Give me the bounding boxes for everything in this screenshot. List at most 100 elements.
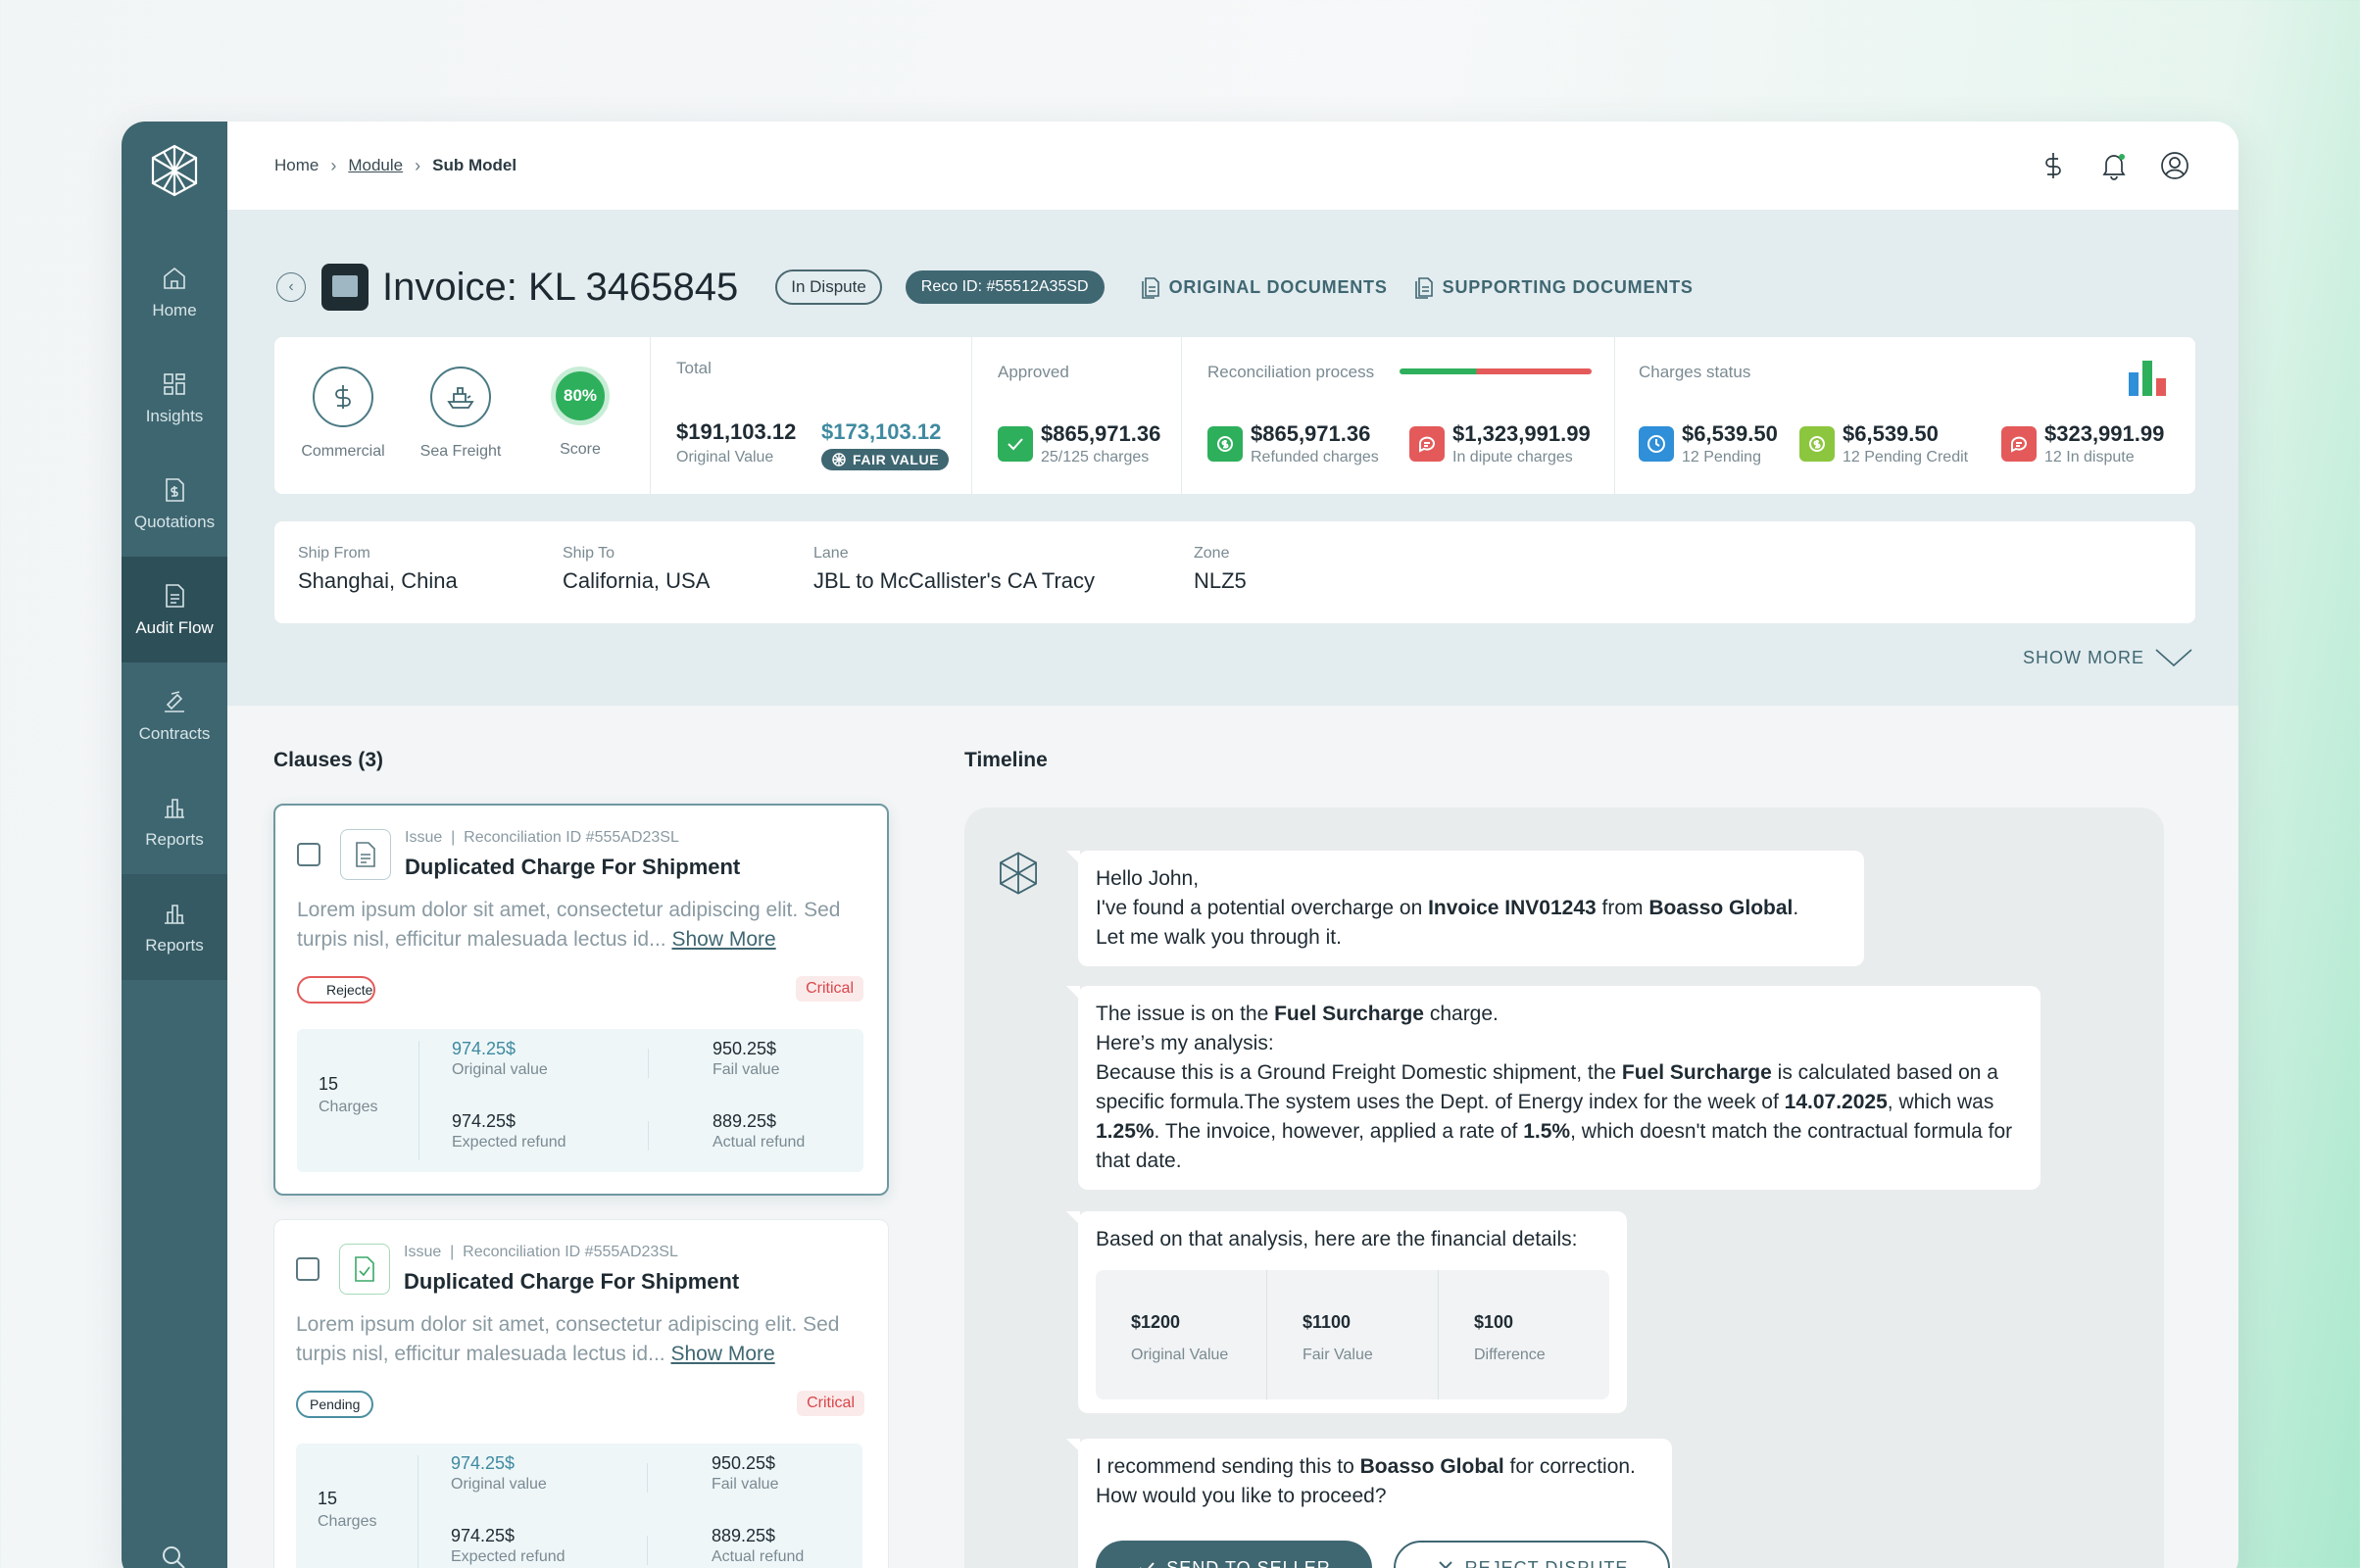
- approved-item: $865,971.36 25/125 charges: [998, 421, 1160, 466]
- original-documents-link[interactable]: ORIGINAL DOCUMENTS: [1140, 275, 1388, 299]
- financial-label: Fair Value: [1303, 1347, 1373, 1363]
- rate-highlight: 1.5%: [1523, 1120, 1571, 1143]
- send-to-seller-button[interactable]: SEND TO SELLER: [1096, 1541, 1372, 1568]
- ship-to: Ship To California, USA: [563, 545, 710, 594]
- nav-reports-2[interactable]: Reports: [122, 874, 227, 980]
- pending-credit-item: $6,539.50 12 Pending Credit: [1799, 421, 1968, 466]
- expected-refund-label: Expected refund: [451, 1548, 565, 1565]
- bell-icon[interactable]: [2097, 149, 2131, 182]
- score-badge: 80%: [551, 367, 610, 425]
- clause-checkbox[interactable]: [297, 843, 320, 866]
- nav-contracts-label: Contracts: [138, 724, 211, 743]
- nav-home[interactable]: Home: [122, 239, 227, 345]
- documents-icon: [1141, 277, 1159, 299]
- category-section: Commercial Sea Freight 80% Score: [274, 337, 651, 494]
- expected-refund-amount: 974.25$: [452, 1111, 516, 1131]
- actual-refund-label: Actual refund: [713, 1134, 806, 1151]
- clause-checkbox[interactable]: [296, 1257, 320, 1281]
- approved-sub: 25/125 charges: [1041, 449, 1150, 466]
- pending-credit-value: $6,539.50: [1843, 421, 1939, 446]
- divider: [648, 1049, 649, 1078]
- back-button[interactable]: ‹: [276, 272, 306, 302]
- grid-icon: [164, 373, 185, 395]
- message-text: The issue is on the: [1096, 1003, 1275, 1025]
- charges-count: 15 Charges: [319, 1074, 377, 1116]
- commercial-category: Commercial: [294, 367, 392, 461]
- pending-credit-sub: 12 Pending Credit: [1843, 449, 1969, 466]
- charges-count-label: Charges: [318, 1513, 377, 1530]
- documents-icon: [1414, 277, 1433, 299]
- top-bar: Home › Module › Sub Model: [227, 122, 2238, 210]
- dollar-icon: [335, 385, 351, 409]
- user-icon[interactable]: [2158, 149, 2191, 182]
- breadcrumb-home[interactable]: Home: [274, 156, 319, 175]
- actual-refund-amount: 889.25$: [713, 1111, 777, 1131]
- supporting-documents-link[interactable]: SUPPORTING DOCUMENTS: [1413, 275, 1694, 299]
- nav-reports-2-label: Reports: [145, 936, 204, 955]
- nav-reports-label: Reports: [145, 830, 204, 849]
- message-bubble: I recommend sending this to Boasso Globa…: [1066, 1439, 1672, 1568]
- financial-value: $1100: [1303, 1312, 1352, 1332]
- timeline-heading: Timeline: [964, 749, 1048, 771]
- fair-value: $173,103.12: [821, 419, 942, 444]
- breadcrumb-module[interactable]: Module: [348, 156, 403, 175]
- fair-value-chip-label: FAIR VALUE: [853, 452, 940, 467]
- ship-to-value: California, USA: [563, 568, 711, 593]
- dollar-icon[interactable]: [2037, 149, 2070, 182]
- nav-quotations-label: Quotations: [133, 513, 216, 531]
- pending-item: $6,539.50 12 Pending: [1639, 421, 1778, 466]
- fail-value-amount: 950.25$: [712, 1453, 776, 1473]
- timeline-panel: Hello John, I've found a potential overc…: [964, 808, 2164, 1568]
- original-value-block: $191,103.12 Original Value: [676, 419, 796, 466]
- nav-home-label: Home: [152, 301, 197, 319]
- nav-quotations[interactable]: Quotations: [122, 451, 227, 557]
- nav-insights[interactable]: Insights: [122, 345, 227, 451]
- total-label: Total: [676, 359, 712, 377]
- chat-icon: [2001, 426, 2037, 462]
- message-bubble: The issue is on the Fuel Surcharge charg…: [1066, 986, 2040, 1190]
- clause-card[interactable]: Issue | Reconciliation ID #555AD23SL Dup…: [273, 1219, 889, 1568]
- show-more-link[interactable]: Show More: [670, 1343, 774, 1365]
- financial-value: $1200: [1131, 1312, 1181, 1332]
- reco-id-badge: Reco ID: #55512A35SD: [905, 270, 1105, 304]
- financial-label: Original Value: [1131, 1347, 1229, 1363]
- pending-value: $6,539.50: [1682, 421, 1778, 446]
- clause-title: Duplicated Charge For Shipment: [404, 1269, 740, 1294]
- divider: [648, 1121, 649, 1151]
- stats-panel: Commercial Sea Freight 80% Score Total $…: [274, 337, 2195, 494]
- search-icon[interactable]: [159, 1543, 188, 1568]
- clause-values: 15 Charges 974.25$ Original value 950.25$ F…: [296, 1444, 862, 1568]
- original-value-amount: 974.25$: [451, 1453, 516, 1473]
- severity-badge: Critical: [797, 1391, 864, 1416]
- refunded-sub: Refunded charges: [1251, 449, 1379, 466]
- expected-refund: 974.25$ Expected refund: [451, 1526, 565, 1566]
- nav-contracts[interactable]: Contracts: [122, 662, 227, 768]
- nav-reports[interactable]: Reports: [122, 768, 227, 874]
- message-bubble: Hello John, I've found a potential overc…: [1066, 851, 1864, 966]
- chart-icon[interactable]: [2127, 359, 2170, 396]
- score-widget: 80% Score: [531, 367, 629, 459]
- invoice-reference: Invoice INV01243: [1428, 897, 1597, 919]
- approved-section: Approved $865,971.36 25/125 charges: [972, 337, 1182, 494]
- fair-value-block: $173,103.12 FAIR VALUE: [821, 419, 950, 472]
- clause-card[interactable]: Issue | Reconciliation ID #555AD23SL Dup…: [273, 804, 889, 1196]
- nav-audit-flow[interactable]: Audit Flow: [122, 557, 227, 662]
- original-value: 974.25$ Original value: [452, 1039, 548, 1079]
- original-value-label: Original value: [451, 1476, 547, 1493]
- chat-icon: [1409, 426, 1445, 462]
- reject-dispute-button[interactable]: REJECT DISPUTE: [1394, 1541, 1670, 1568]
- ship-to-label: Ship To: [563, 545, 615, 562]
- financial-original: $1200 Original Value: [1096, 1270, 1267, 1399]
- show-more-button[interactable]: SHOW MORE: [2023, 647, 2193, 668]
- chevron-right-icon: ›: [330, 155, 337, 175]
- severity-badge: Critical: [796, 976, 863, 1002]
- show-more-link[interactable]: Show More: [671, 928, 775, 951]
- charge-name: Fuel Surcharge: [1274, 1003, 1424, 1025]
- check-icon: [998, 426, 1033, 462]
- audit-doc-icon: [166, 584, 184, 608]
- refunded-item: $865,971.36 Refunded charges: [1207, 421, 1379, 466]
- approved-label: Approved: [998, 363, 1069, 381]
- total-section: Total $191,103.12 Original Value $173,10…: [651, 337, 972, 494]
- gear-icon: [832, 453, 846, 466]
- lane-value: JBL to McCallister's CA Tracy: [813, 568, 1096, 593]
